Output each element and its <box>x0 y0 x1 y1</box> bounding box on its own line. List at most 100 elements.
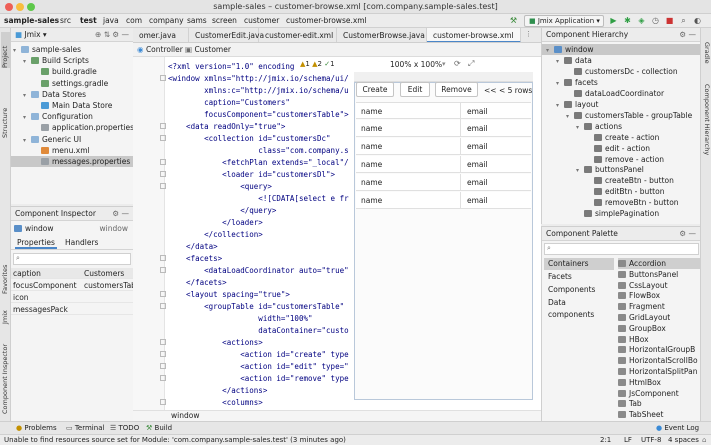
hierarchy-item[interactable]: ▾ actions <box>542 121 700 132</box>
hierarchy-item[interactable]: ▾ layout <box>542 99 700 110</box>
indent-setting[interactable]: 4 spaces <box>668 435 699 445</box>
tab-handlers[interactable]: Handlers <box>65 238 98 247</box>
project-tree-item[interactable]: build.gradle <box>11 66 133 77</box>
palette-item[interactable]: Tab <box>618 398 700 409</box>
project-tree-item[interactable]: ▾ Data Stores <box>11 89 133 100</box>
inspector-property-row[interactable]: icon <box>11 292 133 303</box>
stop-icon[interactable]: ■ <box>665 16 674 25</box>
event-log-button[interactable]: ● Event Log <box>656 424 699 432</box>
tool-tab-structure[interactable]: Structure <box>1 98 10 138</box>
fold-icon[interactable] <box>160 291 166 297</box>
code-line[interactable]: <action id="create" type <box>168 349 350 361</box>
run-configuration-select[interactable]: ■ Jmix Application ▾ <box>524 15 604 27</box>
inspector-property-row[interactable]: messagesPack <box>11 304 133 315</box>
breadcrumb-sams[interactable]: sams <box>187 16 207 25</box>
tool-tab-component-hierarchy[interactable]: Component Hierarchy <box>702 84 711 174</box>
project-tree-item[interactable]: Main Data Store <box>11 100 133 111</box>
tool-tab-terminal[interactable]: ▭ Terminal <box>66 424 104 432</box>
fold-icon[interactable] <box>160 255 166 261</box>
hierarchy-item[interactable]: customersDc - collection <box>542 66 700 77</box>
palette-category[interactable]: Data components <box>544 297 614 319</box>
tool-tab-project[interactable]: Project <box>1 32 10 68</box>
project-tree-item[interactable]: ▾ sample-sales <box>11 44 133 55</box>
zoom-dropdown-icon[interactable]: ▾ <box>442 60 446 68</box>
tool-tab-jmix[interactable]: Jmix <box>1 304 10 324</box>
code-line[interactable]: class="com.company.s <box>168 145 350 157</box>
fold-icon[interactable] <box>160 183 166 189</box>
fold-icon[interactable] <box>160 351 166 357</box>
palette-item[interactable]: HorizontalSplitPan <box>618 366 700 377</box>
palette-item[interactable]: FlowBox <box>618 290 700 301</box>
inspector-search-input[interactable]: ⌕ <box>13 253 131 265</box>
palette-item[interactable]: HorizontalGroupB <box>618 344 700 355</box>
code-line[interactable]: <window xmlns="http://jmix.io/schema/ui/ <box>168 73 350 85</box>
hierarchy-item[interactable]: create - action <box>542 132 700 143</box>
code-line[interactable]: <dataLoadCoordinator auto="true" <box>168 265 350 277</box>
editor-tab-2[interactable]: customer-edit.xml <box>259 28 337 42</box>
project-view-select[interactable]: Jmix <box>24 30 40 39</box>
palette-category[interactable]: Containers <box>544 258 614 270</box>
inspection-widget[interactable]: ▲1 ▲2 ✓1 <box>300 60 335 68</box>
project-tree-item[interactable]: messages.properties <box>11 156 133 167</box>
zoom-select[interactable]: 100% x 100% <box>390 60 442 69</box>
hammer-icon[interactable]: ⚒ <box>509 16 518 25</box>
preview-table-header[interactable]: name email <box>356 102 531 120</box>
preview-create-button[interactable]: Create <box>356 82 394 97</box>
project-tree-item[interactable]: ▾ Configuration <box>11 111 133 122</box>
code-line[interactable]: focusComponent="customersTable"> <box>168 109 350 121</box>
breadcrumb-file[interactable]: customer-browse.xml <box>286 16 367 25</box>
inspector-settings-icon[interactable]: ⚙ — <box>112 209 129 218</box>
debug-icon[interactable]: ✱ <box>623 16 632 25</box>
palette-search-input[interactable]: ⌕ <box>544 243 699 255</box>
tool-tab-gradle[interactable]: Gradle <box>702 42 711 74</box>
hierarchy-item[interactable]: simplePagination <box>542 208 700 219</box>
entity-tab[interactable]: ▣ Customer <box>185 45 231 54</box>
code-line[interactable]: <![CDATA[select e fr <box>168 193 350 205</box>
palette-settings-icon[interactable]: ⚙ — <box>679 229 696 238</box>
fold-icon[interactable] <box>160 339 166 345</box>
code-line[interactable]: <groupTable id="customersTable" <box>168 301 350 313</box>
fit-icon[interactable]: ⤢ <box>468 59 474 69</box>
hierarchy-item[interactable]: ▾ customersTable - groupTable <box>542 110 700 121</box>
property-value[interactable]: customersTable <box>84 280 133 290</box>
editor-tab-0[interactable]: omer.java <box>133 28 189 42</box>
palette-item[interactable]: GroupBox <box>618 323 700 334</box>
search-everywhere-icon[interactable]: ⌕ <box>679 16 688 25</box>
fold-icon[interactable] <box>160 171 166 177</box>
palette-item[interactable]: HtmlBox <box>618 377 700 388</box>
tool-tab-problems[interactable]: ● Problems <box>16 424 57 432</box>
project-tree-item[interactable]: menu.xml <box>11 145 133 156</box>
preview-remove-button[interactable]: Remove <box>435 82 478 97</box>
fold-icon[interactable] <box>160 363 166 369</box>
code-line[interactable]: xmlns:c="http://jmix.io/schema/u <box>168 85 350 97</box>
preview-table-row[interactable]: name email <box>356 156 531 173</box>
editor-tab-1[interactable]: CustomerEdit.java <box>189 28 264 42</box>
preview-pagination[interactable]: << < 5 rows <box>484 86 532 95</box>
hierarchy-settings-icon[interactable]: ⚙ — <box>679 30 696 39</box>
fold-icon[interactable] <box>160 267 166 273</box>
controller-tab[interactable]: ◉ Controller <box>137 45 183 54</box>
preview-table-row[interactable]: name email <box>356 138 531 155</box>
hierarchy-item[interactable]: ▾ data <box>542 55 700 66</box>
preview-table-row[interactable]: name email <box>356 174 531 191</box>
editor-tab-4[interactable]: customer-browse.xml <box>427 28 521 42</box>
palette-category[interactable]: Components <box>544 284 614 296</box>
hierarchy-item[interactable]: dataLoadCoordinator <box>542 88 700 99</box>
breadcrumb-customer[interactable]: customer <box>244 16 279 25</box>
preview-table-row[interactable]: name email <box>356 192 531 209</box>
breadcrumb-project[interactable]: sample-sales <box>4 16 59 25</box>
hierarchy-item[interactable]: remove - action <box>542 154 700 165</box>
code-line[interactable]: width="100%" <box>168 313 350 325</box>
coverage-icon[interactable]: ◈ <box>637 16 646 25</box>
fold-icon[interactable] <box>160 159 166 165</box>
code-line[interactable]: caption="Customers" <box>168 97 350 109</box>
line-separator[interactable]: LF <box>624 435 632 445</box>
palette-item[interactable]: GridLayout <box>618 312 700 323</box>
run-icon[interactable]: ▶ <box>609 16 618 25</box>
inspector-header-row[interactable]: caption Customers <box>11 268 133 279</box>
hierarchy-item[interactable]: edit - action <box>542 143 700 154</box>
code-line[interactable]: <actions> <box>168 337 350 349</box>
code-line[interactable]: dataContainer="custo <box>168 325 350 337</box>
file-encoding[interactable]: UTF-8 <box>641 435 661 445</box>
breadcrumb-screen[interactable]: screen <box>212 16 237 25</box>
